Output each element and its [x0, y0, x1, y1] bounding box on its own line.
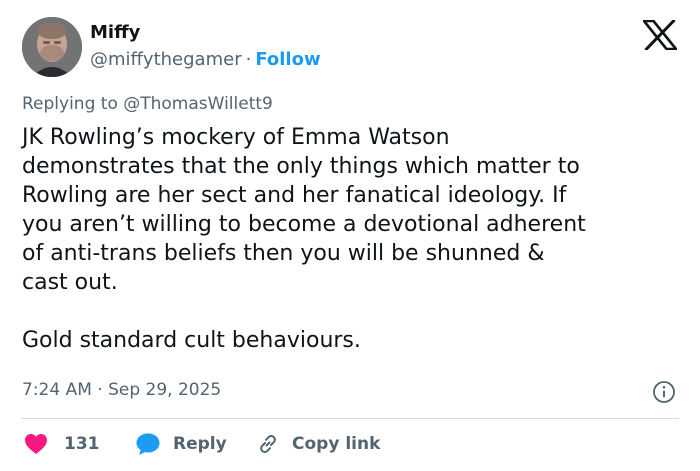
separator-dot: ·	[245, 49, 252, 70]
tweet-line: Gold standard cult behaviours.	[22, 328, 361, 353]
tweet-timestamp[interactable]: 7:24 AM · Sep 29, 2025	[22, 380, 221, 400]
follow-button[interactable]: Follow	[255, 49, 320, 70]
copy-link-button[interactable]: Copy link	[256, 429, 380, 459]
tweet-line: demonstrates that the only things which …	[22, 154, 580, 179]
replying-to-handle[interactable]: @ThomasWillett9	[123, 94, 273, 114]
copy-link-label: Copy link	[292, 434, 381, 454]
tweet-line: you aren’t willing to become a devotiona…	[22, 212, 586, 237]
replying-prefix: Replying to	[22, 94, 118, 114]
tweet-text: JK Rowling’s mockery of Emma Watson demo…	[22, 123, 686, 355]
x-logo-icon[interactable]	[641, 18, 679, 52]
reply-label: Reply	[173, 434, 227, 454]
like-button[interactable]: 131	[24, 429, 100, 459]
tweet-line: Rowling are her sect and her fanatical i…	[22, 183, 567, 208]
reply-bubble-icon	[136, 433, 160, 455]
reply-button[interactable]: Reply	[135, 429, 227, 459]
link-icon	[260, 435, 276, 453]
replying-to: Replying to @ThomasWillett9	[22, 94, 273, 114]
tweet-card: Miffy @miffythegamer · Follow Replying to …	[0, 0, 700, 471]
avatar[interactable]	[22, 17, 82, 77]
handle-line: @miffythegamer · Follow	[90, 49, 321, 70]
display-name[interactable]: Miffy	[90, 22, 140, 43]
info-icon[interactable]	[652, 380, 676, 404]
like-count: 131	[64, 434, 100, 454]
tweet-line: JK Rowling’s mockery of Emma Watson	[22, 125, 450, 150]
user-handle[interactable]: @miffythegamer	[90, 49, 242, 70]
tweet-line: cast out.	[22, 270, 118, 295]
heart-icon	[25, 434, 47, 454]
divider	[22, 418, 679, 419]
tweet-line: of anti-trans beliefs then you will be s…	[22, 241, 545, 266]
profile-photo-icon	[22, 17, 82, 77]
